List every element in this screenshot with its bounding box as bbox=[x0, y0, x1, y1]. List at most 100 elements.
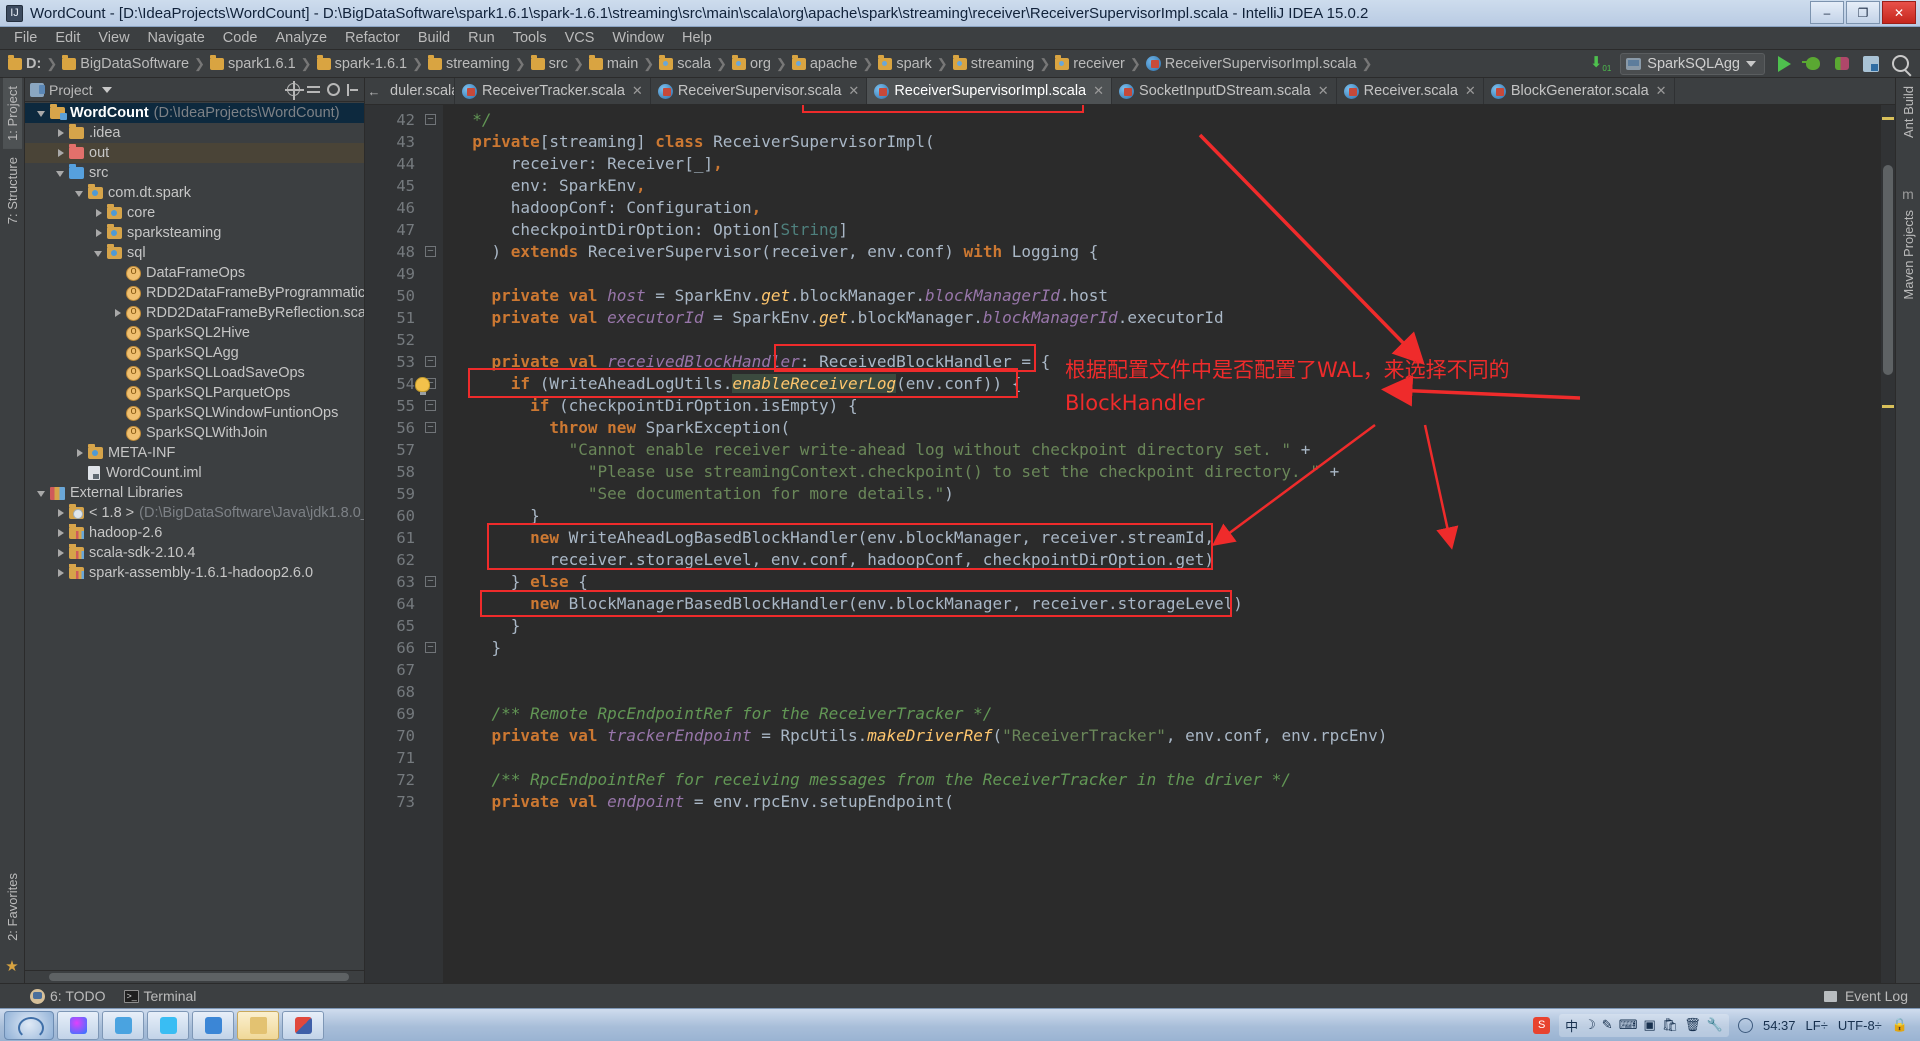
editor-tab-receiver[interactable]: Receiver.scala ✕ bbox=[1337, 78, 1484, 104]
editor-tab-receivertracker[interactable]: ReceiverTracker.scala ✕ bbox=[455, 78, 651, 104]
editor-tab-socketinputdstream[interactable]: SocketInputDStream.scala ✕ bbox=[1112, 78, 1337, 104]
chevron-right-icon[interactable] bbox=[113, 308, 124, 319]
breadcrumb-drive[interactable]: D: bbox=[6, 54, 43, 72]
project-tree-hscrollbar[interactable] bbox=[25, 970, 364, 983]
tree-item-sparksqlparquetops[interactable]: SparkSQLParquetOps bbox=[25, 383, 364, 403]
taskbar-app-1[interactable] bbox=[57, 1010, 99, 1040]
tree-item-rdd2dataframebyprogrammatica[interactable]: RDD2DataFrameByProgrammatica bbox=[25, 283, 364, 303]
tree-item-sparksqlloadsaveops[interactable]: SparkSQLLoadSaveOps bbox=[25, 363, 364, 383]
tool-icon[interactable]: 🔧 bbox=[1707, 1017, 1723, 1033]
editor-gutter[interactable]: 42–43 44 45 46 47 48–49 50 51 52 53–54–55–56–57 58… bbox=[365, 105, 443, 983]
code-line[interactable]: "See documentation for more details.") bbox=[443, 483, 1881, 505]
debug-button[interactable] bbox=[1802, 54, 1823, 74]
code-line[interactable]: ) extends ReceiverSupervisor(receiver, e… bbox=[443, 241, 1881, 263]
breadcrumb-scala[interactable]: scala bbox=[657, 54, 713, 72]
editor-tab-blockgenerator[interactable]: BlockGenerator.scala ✕ bbox=[1484, 78, 1675, 104]
tree-item-rdd2dataframebyreflection-scala[interactable]: RDD2DataFrameByReflection.scala bbox=[25, 303, 364, 323]
scrollbar-thumb[interactable] bbox=[49, 973, 349, 981]
menu-view[interactable]: View bbox=[89, 28, 138, 48]
close-icon[interactable]: ✕ bbox=[848, 83, 859, 99]
tree-item-src[interactable]: src bbox=[25, 163, 364, 183]
menu-help[interactable]: Help bbox=[673, 28, 721, 48]
code-line[interactable]: } bbox=[443, 637, 1881, 659]
code-line[interactable] bbox=[443, 681, 1881, 703]
menu-code[interactable]: Code bbox=[214, 28, 267, 48]
tree-item-idea[interactable]: .idea bbox=[25, 123, 364, 143]
ime-indicator[interactable]: 中 ☽ ✎ ⌨ ▣ 🛍 🗑 🔧 bbox=[1559, 1013, 1729, 1037]
menu-edit[interactable]: Edit bbox=[46, 28, 89, 48]
search-everywhere-button[interactable] bbox=[1890, 54, 1910, 74]
close-icon[interactable]: ✕ bbox=[1465, 83, 1476, 99]
hide-icon[interactable] bbox=[347, 83, 359, 96]
chevron-right-icon[interactable] bbox=[56, 548, 67, 559]
chevron-down-icon[interactable] bbox=[101, 86, 112, 93]
breadcrumb-main[interactable]: main bbox=[587, 54, 640, 72]
code-line[interactable] bbox=[443, 329, 1881, 351]
project-tree[interactable]: WordCount (D:\IdeaProjects\WordCount) .ide… bbox=[25, 102, 364, 970]
tree-item-com-dt-spark[interactable]: com.dt.spark bbox=[25, 183, 364, 203]
chevron-right-icon[interactable] bbox=[75, 448, 86, 459]
chevron-right-icon[interactable] bbox=[56, 128, 67, 139]
bottom-item-todo[interactable]: 6: TODO bbox=[30, 988, 106, 1004]
tree-item-dataframeops[interactable]: DataFrameOps bbox=[25, 263, 364, 283]
update-project-icon[interactable]: ⬇01 bbox=[1590, 55, 1611, 73]
code-line[interactable]: if (checkpointDirOption.isEmpty) { bbox=[443, 395, 1881, 417]
code-line[interactable]: checkpointDirOption: Option[String] bbox=[443, 219, 1881, 241]
breadcrumb-current-file[interactable]: ReceiverSupervisorImpl.scala bbox=[1144, 56, 1359, 72]
code-line[interactable]: } else { bbox=[443, 571, 1881, 593]
editor-tab-receiversupervisor[interactable]: ReceiverSupervisor.scala ✕ bbox=[651, 78, 868, 104]
chevron-right-icon[interactable] bbox=[56, 528, 67, 539]
sidebar-item-maven-projects[interactable]: Maven Projects bbox=[1899, 202, 1918, 308]
code-line[interactable]: env: SparkEnv, bbox=[443, 175, 1881, 197]
editor-vertical-scrollbar[interactable] bbox=[1881, 105, 1895, 983]
run-configuration-selector[interactable]: SparkSQLAgg bbox=[1620, 52, 1765, 75]
chevron-right-icon[interactable] bbox=[94, 228, 105, 239]
breadcrumb-receiver[interactable]: receiver bbox=[1053, 54, 1127, 72]
code-line[interactable]: throw new SparkException( bbox=[443, 417, 1881, 439]
code-fold-toggle[interactable]: – bbox=[425, 114, 436, 125]
encoding-label[interactable]: UTF-8÷ bbox=[1838, 1018, 1882, 1033]
locate-icon[interactable] bbox=[285, 81, 304, 100]
close-icon[interactable]: ✕ bbox=[1656, 83, 1667, 99]
menu-build[interactable]: Build bbox=[409, 28, 459, 48]
tree-item-wordcount-iml[interactable]: WordCount.iml bbox=[25, 463, 364, 483]
code-line[interactable]: private[streaming] class ReceiverSupervi… bbox=[443, 131, 1881, 153]
tree-item-sparksql2hive[interactable]: SparkSQL2Hive bbox=[25, 323, 364, 343]
code-line[interactable]: receiver.storageLevel, env.conf, hadoopC… bbox=[443, 549, 1881, 571]
code-line[interactable]: receiver: Receiver[_], bbox=[443, 153, 1881, 175]
gear-icon[interactable] bbox=[327, 83, 340, 96]
sogou-icon[interactable]: S bbox=[1533, 1016, 1551, 1034]
code-fold-toggle[interactable]: – bbox=[425, 642, 436, 653]
code-line[interactable] bbox=[443, 263, 1881, 285]
minimize-button[interactable]: – bbox=[1810, 1, 1844, 24]
menu-tools[interactable]: Tools bbox=[504, 28, 556, 48]
breadcrumb-streaming-2[interactable]: streaming bbox=[951, 54, 1037, 72]
close-icon[interactable]: ✕ bbox=[1093, 83, 1104, 99]
code-fold-toggle[interactable]: – bbox=[425, 576, 436, 587]
box-icon[interactable]: ▣ bbox=[1643, 1017, 1655, 1033]
code-line[interactable]: private val host = SparkEnv.get.blockMan… bbox=[443, 285, 1881, 307]
intention-bulb-icon[interactable] bbox=[415, 377, 430, 395]
breadcrumb-spark161[interactable]: spark1.6.1 bbox=[208, 54, 298, 72]
breadcrumb-org[interactable]: org bbox=[730, 54, 773, 72]
taskbar-app-4[interactable] bbox=[192, 1010, 234, 1040]
close-button[interactable]: ✕ bbox=[1882, 1, 1916, 24]
breadcrumb-apache[interactable]: apache bbox=[790, 54, 860, 72]
lock-icon[interactable]: 🔒 bbox=[1892, 1017, 1908, 1033]
breadcrumb-spark[interactable]: spark bbox=[876, 54, 933, 72]
menu-vcs[interactable]: VCS bbox=[556, 28, 604, 48]
tree-item-hadoop-2-6[interactable]: hadoop-2.6 bbox=[25, 523, 364, 543]
breadcrumb-bigdatasoftware[interactable]: BigDataSoftware bbox=[60, 54, 191, 72]
menu-navigate[interactable]: Navigate bbox=[139, 28, 214, 48]
tab-scroll-left-icon[interactable]: ← bbox=[365, 78, 383, 104]
breadcrumb-spark-161[interactable]: spark-1.6.1 bbox=[315, 54, 410, 72]
sidebar-item-project[interactable]: 1: Project bbox=[2, 78, 22, 149]
tree-item-sparksqlagg[interactable]: SparkSQLAgg bbox=[25, 343, 364, 363]
maximize-button[interactable]: ❐ bbox=[1846, 1, 1880, 24]
close-icon[interactable]: ✕ bbox=[1318, 83, 1329, 99]
code-fold-toggle[interactable]: – bbox=[425, 246, 436, 257]
collapse-all-icon[interactable] bbox=[307, 83, 320, 96]
code-line[interactable]: private val receivedBlockHandler: Receiv… bbox=[443, 351, 1881, 373]
chevron-down-icon[interactable] bbox=[37, 488, 48, 499]
sidebar-item-ant-build[interactable]: Ant Build bbox=[1899, 78, 1918, 146]
